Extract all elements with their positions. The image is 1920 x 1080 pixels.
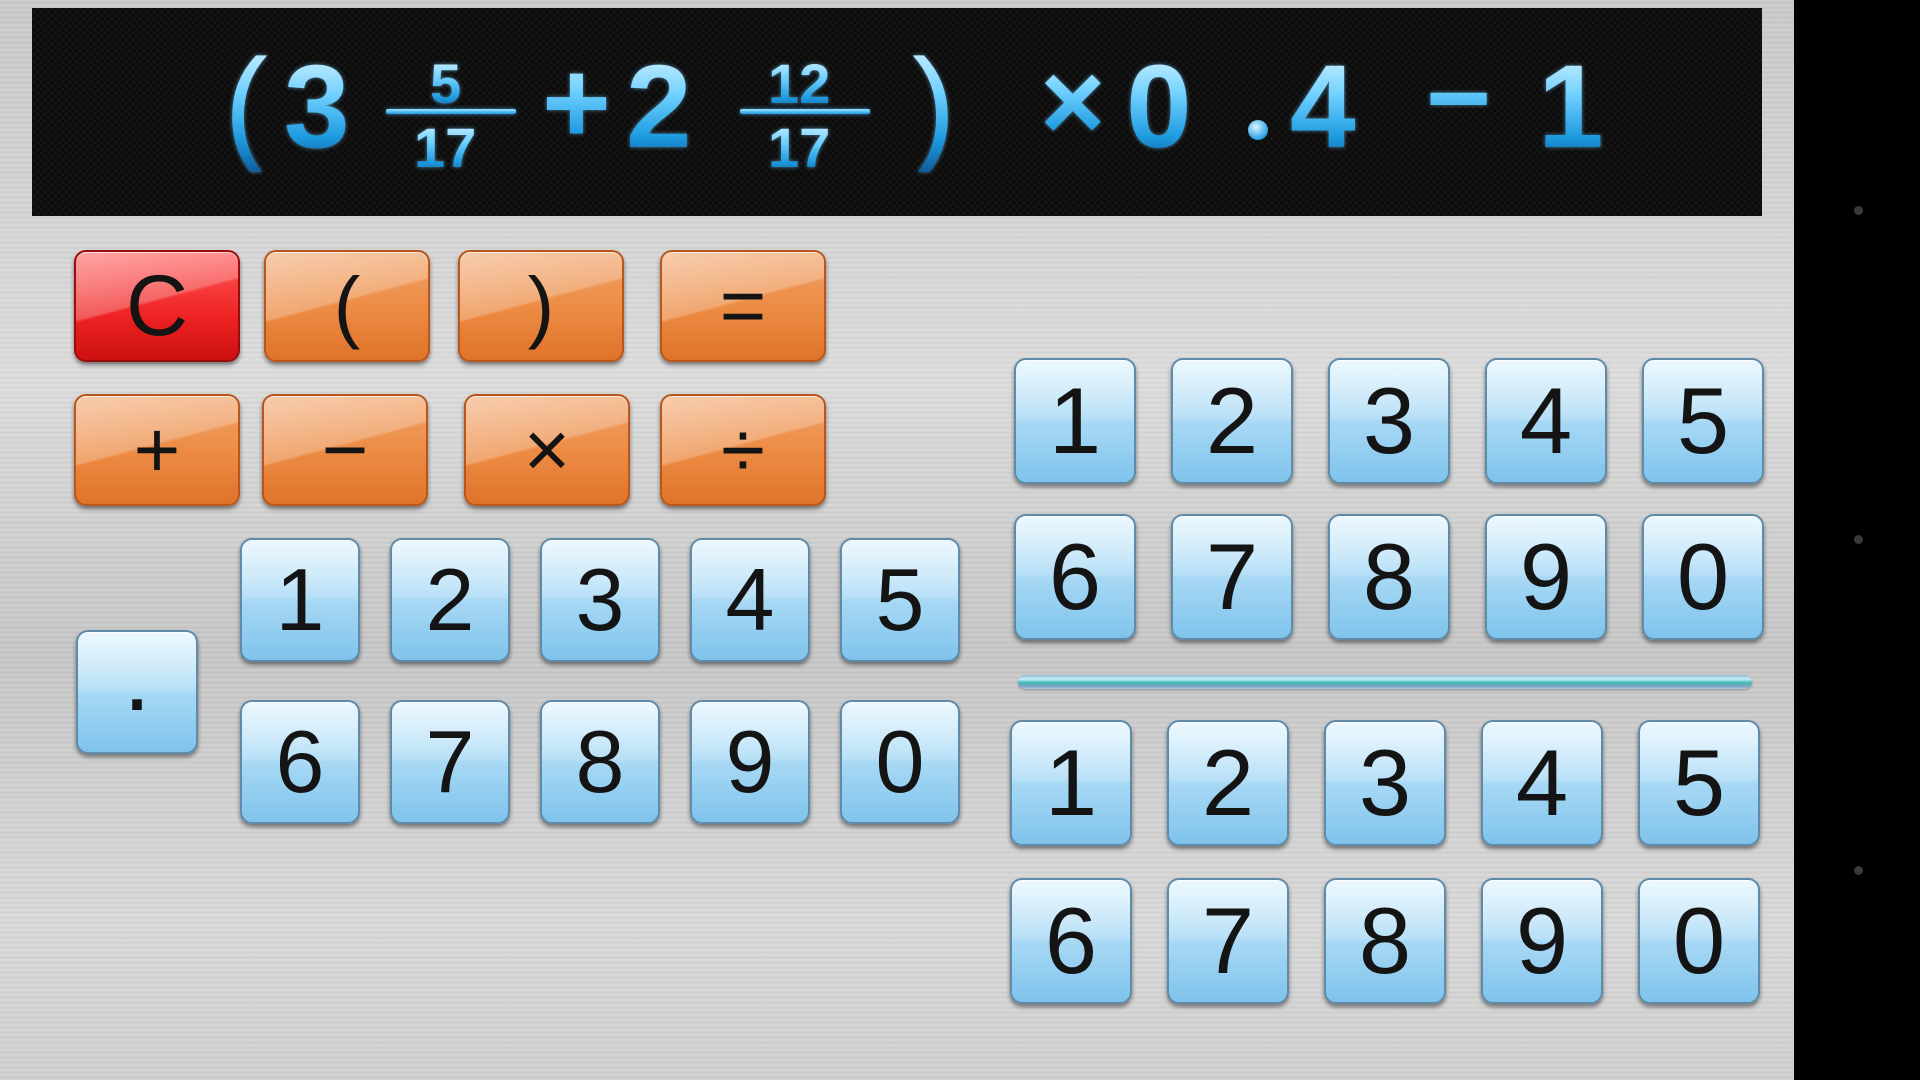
numerator-digit-7[interactable]: 7 — [1171, 514, 1293, 640]
whole-part-2: 2 — [626, 41, 692, 173]
nav-home-indicator[interactable] — [1854, 535, 1863, 544]
number-one: 1 — [1538, 41, 1604, 173]
multiply-button[interactable]: × — [464, 394, 630, 506]
whole-digit-7[interactable]: 7 — [390, 700, 510, 824]
plus-operator: + — [542, 37, 611, 169]
whole-digit-9[interactable]: 9 — [690, 700, 810, 824]
denominator-digit-8[interactable]: 8 — [1324, 878, 1446, 1004]
nav-recents-indicator[interactable] — [1854, 866, 1863, 875]
fraction-2-denominator: 17 — [768, 116, 831, 179]
fraction-1-bar — [386, 109, 516, 114]
denominator-digit-6[interactable]: 6 — [1010, 878, 1132, 1004]
minus-operator: − — [1426, 35, 1492, 160]
denominator-digit-1[interactable]: 1 — [1010, 720, 1132, 846]
plus-button[interactable]: + — [74, 394, 240, 506]
numerator-digit-0[interactable]: 0 — [1642, 514, 1764, 640]
decimal-point-glyph — [1248, 120, 1268, 140]
nav-back-indicator[interactable] — [1854, 206, 1863, 215]
numerator-digit-2[interactable]: 2 — [1171, 358, 1293, 484]
multiply-operator: × — [1040, 39, 1106, 164]
denominator-digit-2[interactable]: 2 — [1167, 720, 1289, 846]
denominator-digit-7[interactable]: 7 — [1167, 878, 1289, 1004]
denominator-digit-0[interactable]: 0 — [1638, 878, 1760, 1004]
denominator-digit-3[interactable]: 3 — [1324, 720, 1446, 846]
fraction-1-numerator: 5 — [430, 52, 462, 115]
whole-digit-6[interactable]: 6 — [240, 700, 360, 824]
divide-button[interactable]: ÷ — [660, 394, 826, 506]
whole-digit-2[interactable]: 2 — [390, 538, 510, 662]
whole-digit-0[interactable]: 0 — [840, 700, 960, 824]
whole-part-1: 3 — [284, 41, 350, 173]
whole-digit-3[interactable]: 3 — [540, 538, 660, 662]
whole-digit-8[interactable]: 8 — [540, 700, 660, 824]
denominator-digit-5[interactable]: 5 — [1638, 720, 1760, 846]
close-paren: ) — [912, 32, 956, 179]
whole-digit-1[interactable]: 1 — [240, 538, 360, 662]
expression-display: ( 3 5 17 + 2 12 17 ) × 0 4 − 1 — [32, 8, 1762, 216]
fraction-2-bar — [740, 109, 870, 114]
close-paren-button[interactable]: ) — [458, 250, 624, 362]
numerator-digit-4[interactable]: 4 — [1485, 358, 1607, 484]
calculator-app: ( 3 5 17 + 2 12 17 ) × 0 4 − 1 C ( ) = +… — [0, 0, 1794, 1080]
open-paren: ( — [224, 32, 268, 179]
number-four: 4 — [1290, 41, 1356, 173]
numerator-digit-5[interactable]: 5 — [1642, 358, 1764, 484]
minus-button[interactable]: − — [262, 394, 428, 506]
whole-digit-4[interactable]: 4 — [690, 538, 810, 662]
numerator-digit-6[interactable]: 6 — [1014, 514, 1136, 640]
whole-digit-5[interactable]: 5 — [840, 538, 960, 662]
open-paren-button[interactable]: ( — [264, 250, 430, 362]
numerator-digit-9[interactable]: 9 — [1485, 514, 1607, 640]
decimal-point-button[interactable]: . — [76, 620, 198, 754]
number-zero: 0 — [1126, 41, 1192, 173]
numerator-digit-3[interactable]: 3 — [1328, 358, 1450, 484]
denominator-digit-4[interactable]: 4 — [1481, 720, 1603, 846]
clear-button[interactable]: C — [74, 250, 240, 362]
denominator-digit-9[interactable]: 9 — [1481, 878, 1603, 1004]
fraction-2-numerator: 12 — [768, 52, 831, 115]
numerator-digit-8[interactable]: 8 — [1328, 514, 1450, 640]
numerator-digit-1[interactable]: 1 — [1014, 358, 1136, 484]
fraction-bar-divider — [1018, 675, 1752, 689]
equals-button[interactable]: = — [660, 250, 826, 362]
fraction-1-denominator: 17 — [414, 116, 477, 179]
